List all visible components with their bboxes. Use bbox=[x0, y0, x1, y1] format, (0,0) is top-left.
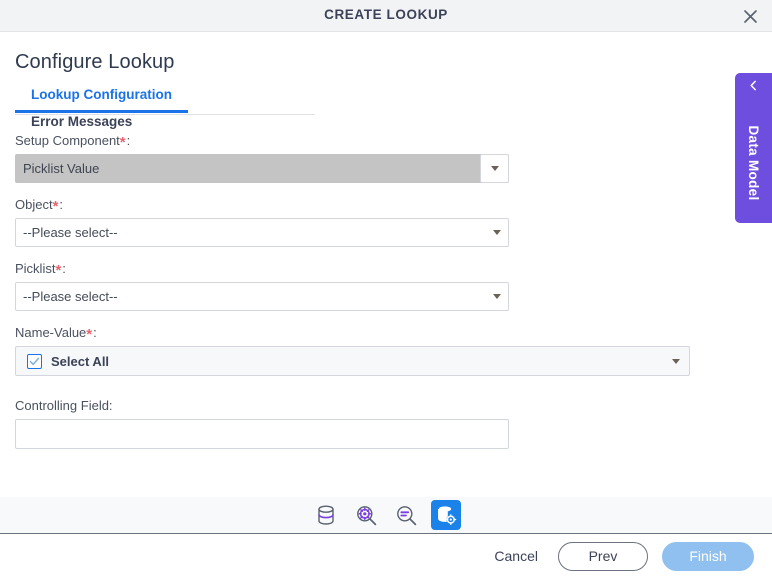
create-lookup-dialog: CREATE LOOKUP Configure Lookup Lookup Co… bbox=[0, 0, 772, 578]
field-name-value: Name-Value*: Select All bbox=[15, 325, 772, 376]
close-icon[interactable] bbox=[738, 4, 762, 28]
field-controlling-field: Controlling Field: bbox=[15, 398, 772, 449]
search-gear-icon[interactable] bbox=[351, 500, 381, 530]
database-icon[interactable] bbox=[311, 500, 341, 530]
name-value-multiselect[interactable]: Select All bbox=[15, 346, 690, 376]
controlling-field-input[interactable] bbox=[15, 419, 509, 449]
picklist-select-wrap: --Please select-- bbox=[15, 282, 509, 311]
name-value-multiselect-inner: Select All bbox=[16, 347, 689, 375]
data-model-side-tab[interactable]: Data Model bbox=[735, 73, 772, 223]
required-asterisk: * bbox=[119, 134, 126, 151]
cancel-button[interactable]: Cancel bbox=[488, 544, 544, 568]
tab-bar: Lookup Configuration Error Messages bbox=[15, 86, 315, 129]
object-select[interactable]: --Please select-- bbox=[15, 218, 509, 247]
field-picklist: Picklist*: --Please select-- bbox=[15, 261, 772, 311]
label-colon: : bbox=[62, 261, 66, 276]
setup-component-select[interactable]: Picklist Value bbox=[15, 154, 509, 183]
dialog-footer: Cancel Prev Finish bbox=[0, 533, 772, 578]
dialog-body: Configure Lookup Lookup Configuration Er… bbox=[0, 32, 772, 497]
search-list-icon[interactable] bbox=[391, 500, 421, 530]
dialog-title: CREATE LOOKUP bbox=[324, 7, 448, 22]
name-value-label-text: Name-Value bbox=[15, 325, 87, 340]
required-asterisk: * bbox=[52, 198, 59, 215]
field-object: Object*: --Please select-- bbox=[15, 197, 772, 247]
tab-lookup-configuration[interactable]: Lookup Configuration bbox=[15, 87, 188, 113]
setup-component-dropdown-button[interactable] bbox=[480, 154, 509, 183]
picklist-select[interactable]: --Please select-- bbox=[15, 282, 509, 311]
chevron-left-icon bbox=[735, 80, 772, 91]
object-label: Object*: bbox=[15, 197, 772, 215]
required-asterisk: * bbox=[55, 262, 62, 279]
label-colon: : bbox=[59, 197, 64, 212]
object-select-wrap: --Please select-- bbox=[15, 218, 509, 247]
required-asterisk: * bbox=[86, 326, 93, 343]
prev-button[interactable]: Prev bbox=[558, 541, 648, 571]
field-setup-component: Setup Component*: Picklist Value bbox=[15, 133, 772, 183]
select-all-checkbox[interactable] bbox=[27, 353, 42, 369]
select-all-label: Select All bbox=[51, 353, 110, 369]
database-gear-icon[interactable] bbox=[431, 500, 461, 530]
finish-button[interactable]: Finish bbox=[662, 541, 754, 571]
page-title: Configure Lookup bbox=[15, 51, 175, 73]
chevron-down-icon bbox=[490, 166, 499, 171]
dialog-titlebar: CREATE LOOKUP bbox=[0, 0, 772, 32]
controlling-field-label: Controlling Field: bbox=[15, 398, 113, 413]
name-value-label: Name-Value*: bbox=[15, 325, 772, 343]
icon-toolbar bbox=[0, 497, 772, 533]
lookup-configuration-form: Setup Component*: Picklist Value Object*… bbox=[0, 115, 772, 449]
picklist-label: Picklist*: bbox=[15, 261, 772, 279]
tab-error-messages[interactable]: Error Messages bbox=[15, 114, 148, 137]
picklist-label-text: Picklist bbox=[15, 261, 56, 276]
setup-component-select-wrap: Picklist Value bbox=[15, 154, 509, 183]
object-label-text: Object bbox=[15, 197, 53, 212]
label-colon: : bbox=[93, 325, 97, 340]
data-model-label: Data Model bbox=[746, 125, 761, 201]
